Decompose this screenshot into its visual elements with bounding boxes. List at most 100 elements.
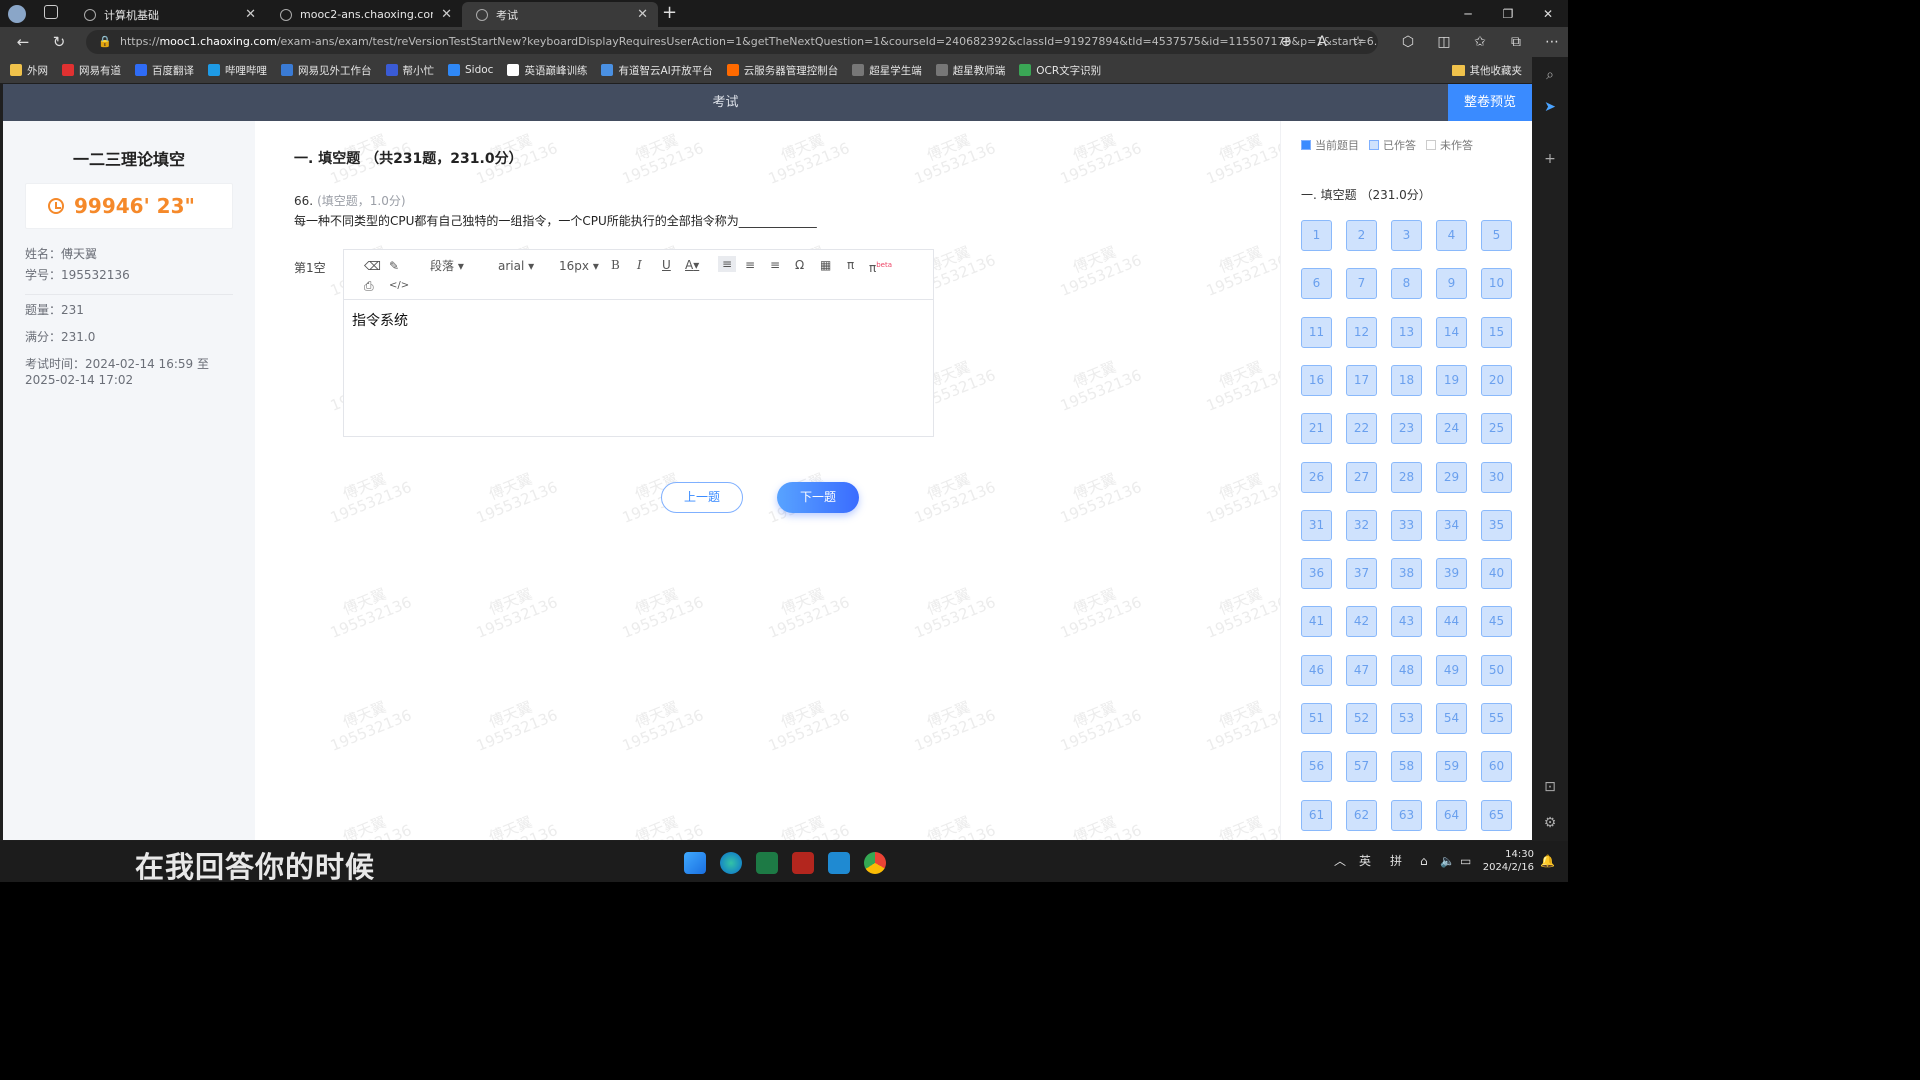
question-nav-button[interactable]: 62	[1346, 799, 1377, 831]
question-nav-button[interactable]: 11	[1301, 316, 1332, 348]
vscode-icon[interactable]	[828, 852, 850, 874]
question-nav-button[interactable]: 53	[1391, 703, 1422, 734]
question-nav-button[interactable]: 25	[1481, 413, 1512, 445]
question-nav-button[interactable]: 65	[1481, 799, 1512, 831]
bookmark-item[interactable]: 有道智云AI开放平台	[601, 63, 713, 78]
size-select[interactable]: 16px ▾	[559, 258, 599, 274]
bold-button[interactable]: B	[611, 257, 620, 273]
question-nav-button[interactable]: 29	[1436, 461, 1467, 493]
preview-all-button[interactable]: 整卷预览	[1448, 84, 1532, 121]
close-icon[interactable]: ✕	[245, 7, 256, 22]
question-nav-button[interactable]: 59	[1436, 751, 1467, 783]
question-nav-button[interactable]: 36	[1301, 558, 1332, 590]
question-nav-button[interactable]: 55	[1481, 703, 1512, 734]
bookmark-item[interactable]: 帮小忙	[385, 63, 434, 78]
question-nav-button[interactable]: 28	[1391, 461, 1422, 493]
close-icon[interactable]: ✕	[637, 7, 648, 22]
format-painter-icon[interactable]: ✎	[389, 258, 399, 274]
question-nav-button[interactable]: 41	[1301, 606, 1332, 638]
source-code-button[interactable]: </>	[389, 278, 409, 294]
question-nav-button[interactable]: 58	[1391, 751, 1422, 783]
question-nav-button[interactable]: 18	[1391, 364, 1422, 396]
question-nav-button[interactable]: 54	[1436, 703, 1467, 734]
question-nav-button[interactable]: 46	[1301, 654, 1332, 686]
workspaces-icon[interactable]	[44, 5, 58, 19]
start-icon[interactable]	[684, 852, 706, 874]
favorite-star-icon[interactable]: ☆	[1340, 32, 1376, 52]
bookmark-item[interactable]: 外网	[10, 63, 48, 78]
question-nav-button[interactable]: 3	[1391, 220, 1422, 251]
question-nav-button[interactable]: 21	[1301, 413, 1332, 445]
question-nav-button[interactable]: 30	[1481, 461, 1512, 493]
collections-icon[interactable]: ⧉	[1498, 32, 1534, 52]
question-nav-button[interactable]: 32	[1346, 509, 1377, 541]
ime-language[interactable]: 英	[1359, 841, 1371, 882]
question-nav-button[interactable]: 7	[1346, 268, 1377, 300]
question-nav-button[interactable]: 20	[1481, 364, 1512, 396]
eraser-icon[interactable]: ⌫	[364, 258, 381, 274]
question-nav-button[interactable]: 26	[1301, 461, 1332, 493]
italic-button[interactable]: I	[637, 257, 642, 273]
extensions-icon[interactable]: ⬡	[1390, 32, 1426, 52]
question-nav-button[interactable]: 44	[1436, 606, 1467, 638]
paragraph-select[interactable]: 段落 ▾	[430, 258, 464, 274]
align-center-icon[interactable]: ≡	[745, 257, 755, 273]
settings-icon[interactable]: ⚙	[1532, 815, 1568, 831]
next-question-button[interactable]: 下一题	[777, 482, 859, 513]
split-screen-icon[interactable]: ◫	[1426, 32, 1462, 52]
bookmark-item[interactable]: 英语巅峰训练	[507, 63, 587, 78]
question-nav-button[interactable]: 2	[1346, 220, 1377, 251]
tab-2[interactable]: mooc2-ans.chaoxing.com/mooc ✕	[266, 2, 462, 27]
system-clock[interactable]: 14:30 2024/2/16	[1483, 848, 1534, 874]
edge-icon[interactable]	[720, 852, 742, 874]
special-char-button[interactable]: Ω	[795, 257, 804, 273]
excel-icon[interactable]	[756, 852, 778, 874]
other-favorites[interactable]: 其他收藏夹	[1451, 57, 1522, 83]
question-nav-button[interactable]: 50	[1481, 654, 1512, 686]
question-nav-button[interactable]: 61	[1301, 799, 1332, 831]
previous-question-button[interactable]: 上一题	[661, 482, 743, 513]
battery-icon[interactable]: ▭	[1460, 841, 1471, 882]
back-button[interactable]: ←	[12, 32, 34, 52]
question-nav-button[interactable]: 47	[1346, 654, 1377, 686]
bookmark-item[interactable]: 网易有道	[62, 63, 121, 78]
bookmark-item[interactable]: OCR文字识别	[1019, 63, 1101, 78]
answer-text[interactable]: 指令系统	[352, 310, 408, 330]
question-nav-button[interactable]: 34	[1436, 509, 1467, 541]
upload-icon[interactable]: ⎙	[364, 278, 374, 294]
new-tab-button[interactable]: +	[662, 2, 677, 23]
question-nav-button[interactable]: 9	[1436, 268, 1467, 300]
question-nav-button[interactable]: 4	[1436, 220, 1467, 251]
zoom-icon[interactable]: ⊕	[1268, 32, 1304, 52]
question-nav-button[interactable]: 16	[1301, 364, 1332, 396]
question-nav-button[interactable]: 45	[1481, 606, 1512, 638]
bookmark-item[interactable]: 超星学生端	[852, 63, 922, 78]
add-icon[interactable]: +	[1532, 151, 1568, 167]
question-nav-button[interactable]: 27	[1346, 461, 1377, 493]
formula-beta-button[interactable]: πbeta	[869, 257, 892, 276]
close-window-button[interactable]: ✕	[1528, 0, 1568, 27]
bookmark-item[interactable]: 网易见外工作台	[281, 63, 372, 78]
search-icon[interactable]: ⌕	[1532, 67, 1568, 83]
favorites-icon[interactable]: ✩	[1462, 32, 1498, 52]
question-nav-button[interactable]: 31	[1301, 509, 1332, 541]
tab-1[interactable]: 计算机基础 ✕	[70, 2, 266, 27]
underline-button[interactable]: U	[662, 257, 671, 273]
font-select[interactable]: arial ▾	[498, 258, 534, 274]
question-nav-button[interactable]: 57	[1346, 751, 1377, 783]
question-nav-button[interactable]: 15	[1481, 316, 1512, 348]
profile-avatar[interactable]	[8, 5, 26, 23]
question-nav-button[interactable]: 24	[1436, 413, 1467, 445]
question-nav-button[interactable]: 63	[1391, 799, 1422, 831]
question-nav-button[interactable]: 17	[1346, 364, 1377, 396]
question-nav-button[interactable]: 5	[1481, 220, 1512, 251]
question-nav-button[interactable]: 43	[1391, 606, 1422, 638]
formula-button[interactable]: π	[847, 257, 854, 273]
chrome-icon[interactable]	[864, 852, 886, 874]
read-aloud-icon[interactable]: A	[1304, 32, 1340, 52]
ime-mode[interactable]: 拼	[1390, 841, 1402, 882]
tray-overflow-icon[interactable]: ︿	[1334, 841, 1346, 882]
question-nav-button[interactable]: 60	[1481, 751, 1512, 783]
send-icon[interactable]: ➤	[1532, 99, 1568, 115]
text-color-button[interactable]: A▾	[685, 257, 699, 273]
